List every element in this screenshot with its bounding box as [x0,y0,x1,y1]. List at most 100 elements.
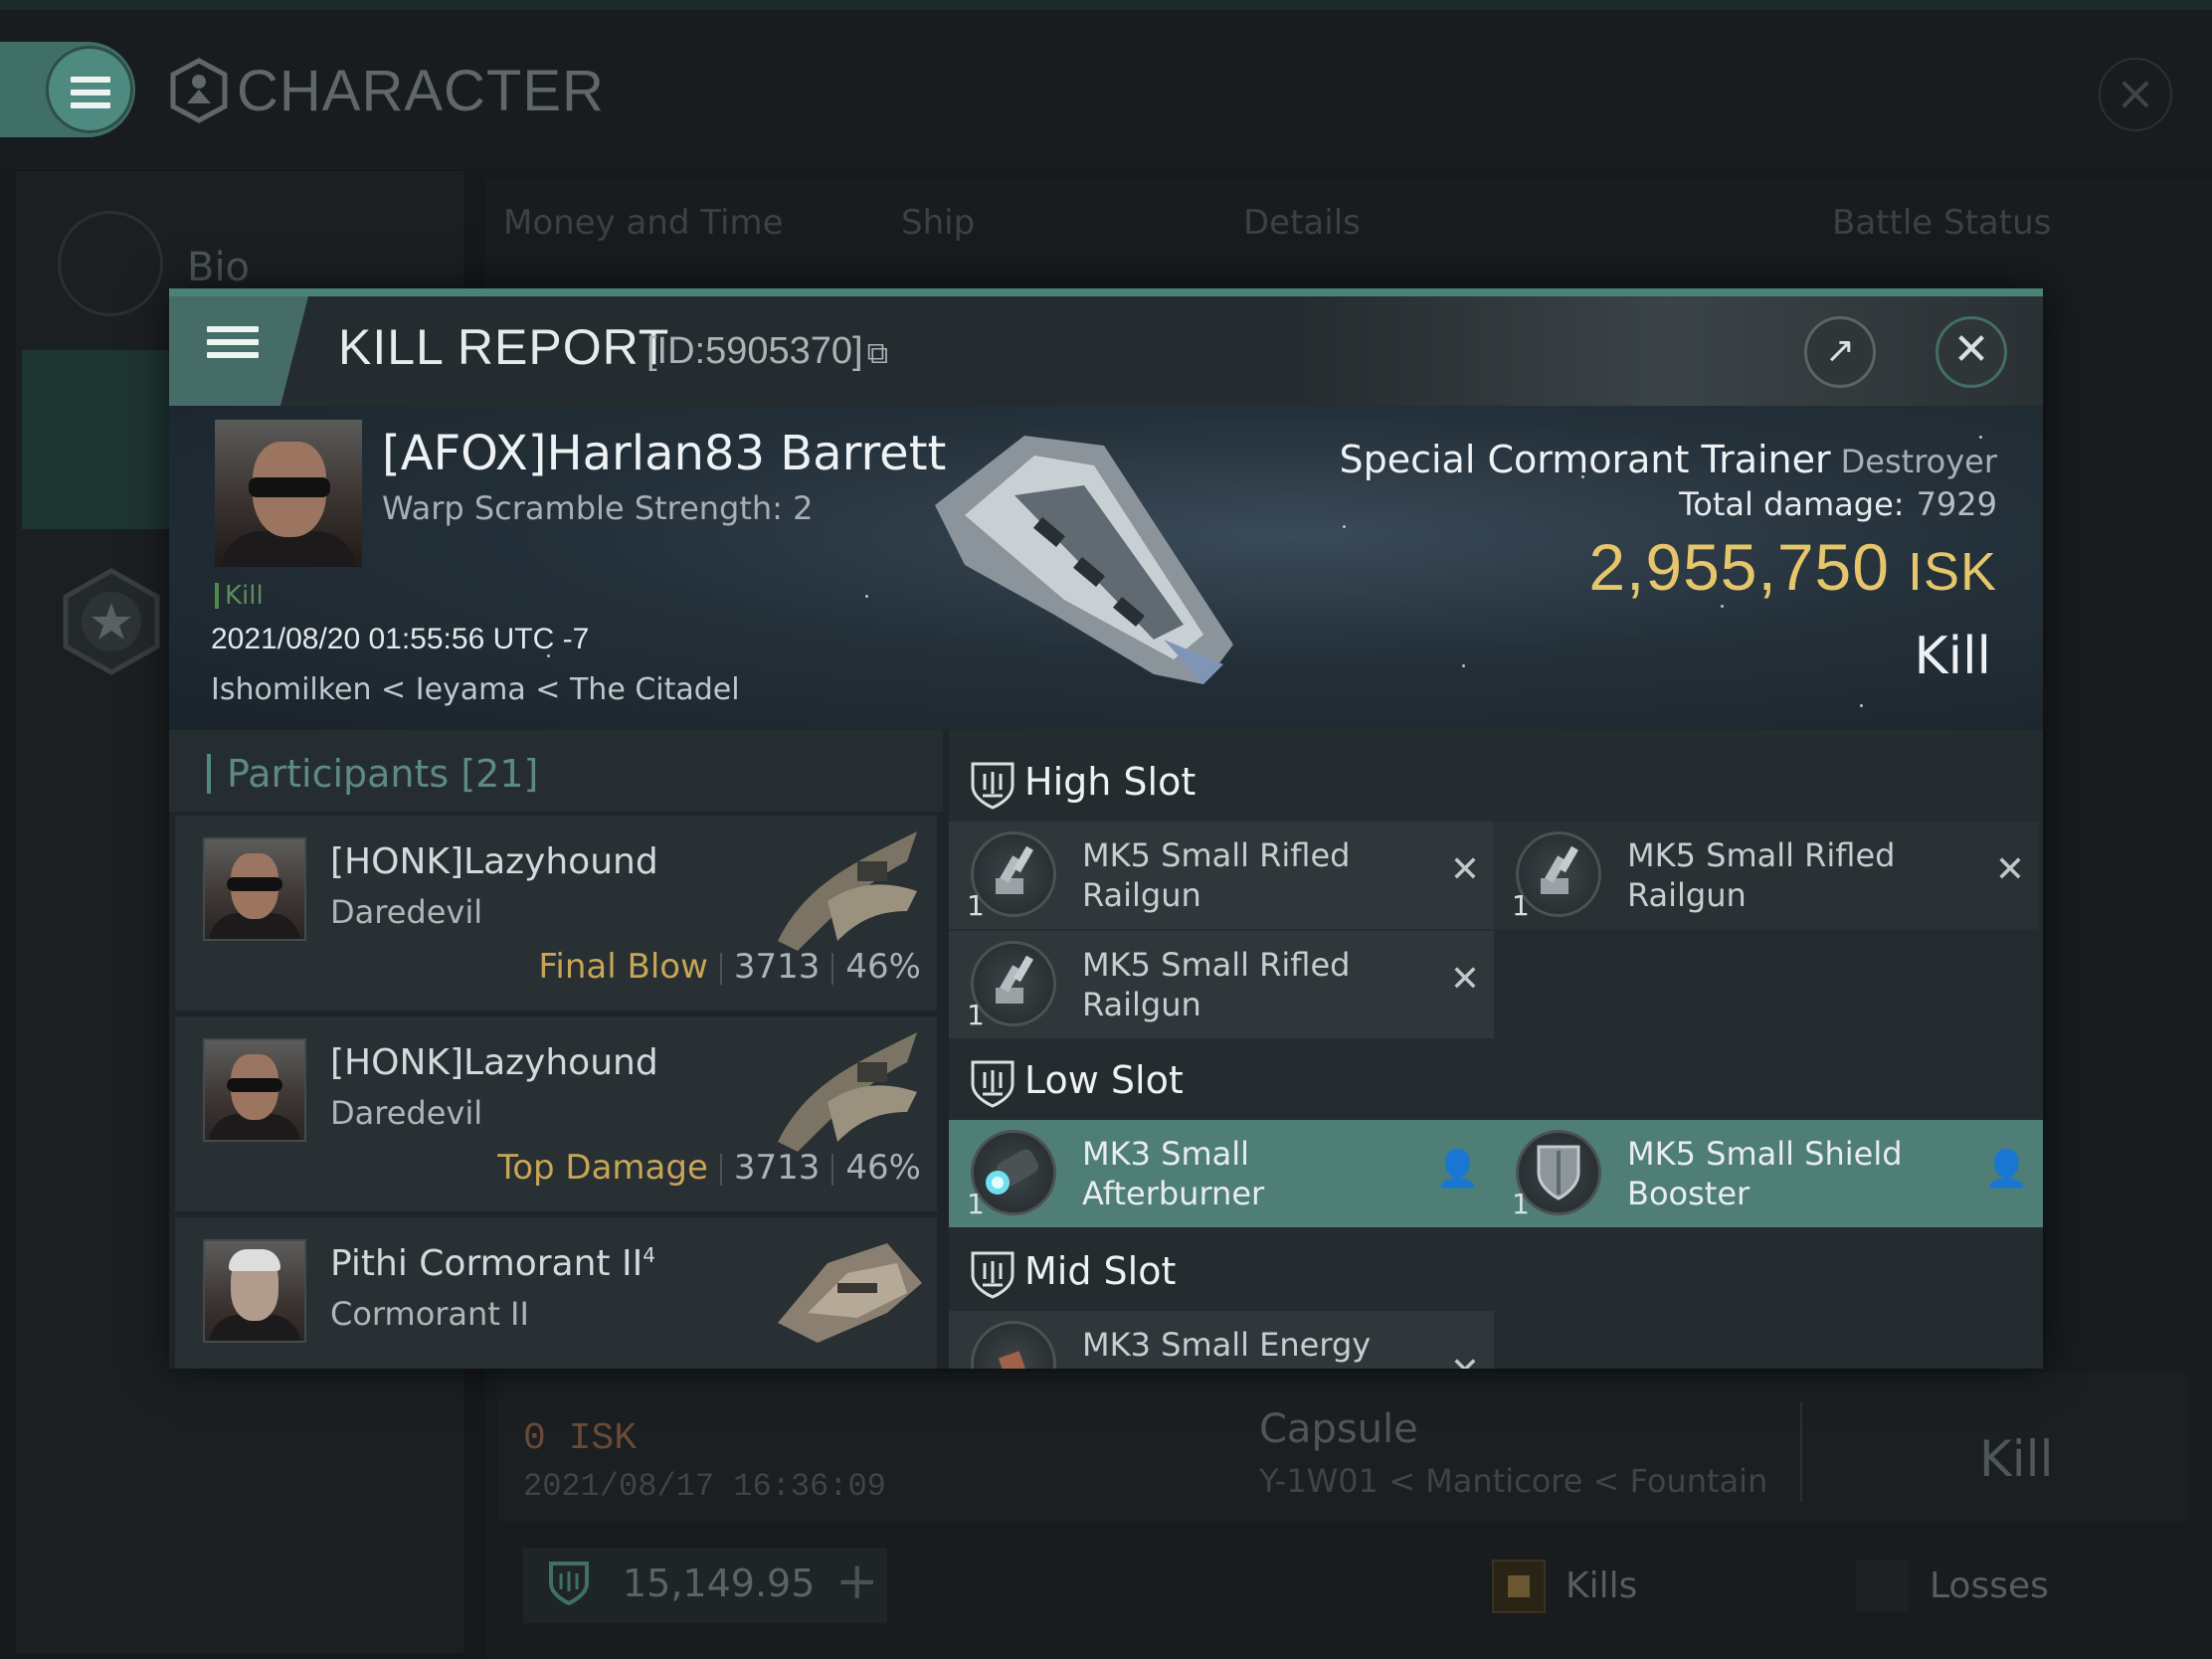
kills-filter-checkbox[interactable] [1492,1560,1546,1613]
participant-ship: Daredevil [330,1094,483,1132]
participant-stats: Top Damage 3713 46% [497,1148,921,1188]
participant-row[interactable]: Pithi Cormorant II4 Cormorant II [175,1217,937,1369]
star-icon[interactable] [60,567,163,676]
energy-module-icon [971,1321,1056,1369]
kill-id-text: [ID:5905370] [646,330,863,372]
participant-avatar [203,837,306,941]
losses-label: Losses [1930,1566,2049,1606]
mid-slot-icon [971,1251,1014,1299]
high-slot-header: High Slot [949,738,2043,826]
module-name: MK3 Small Afterburner [1082,1135,1265,1212]
row-divider [1800,1402,1802,1502]
total-damage: Total damage: 7929 [1679,485,1997,523]
bio-menu-icon[interactable] [58,211,163,316]
tab-details[interactable]: Details [1243,203,1361,243]
row-date: 2021/08/17 16:36:09 [523,1468,886,1505]
isk-amount: 2,955,750 [1588,530,1890,604]
module-item[interactable]: 1 MK5 Small Rifled Railgun ✕ [1494,822,2039,929]
row-ship: Capsule [1259,1406,1418,1452]
row-result: Kill [1979,1430,2054,1488]
victim-ship[interactable]: Special Cormorant Trainer Destroyer [1339,438,1997,481]
shield-icon [549,1562,589,1606]
module-name: MK3 Small Energy [1082,1326,1372,1364]
victim-pilot-name[interactable]: [AFOX]Harlan83 Barrett [382,426,946,481]
participant-percent: 46% [845,947,921,987]
add-button[interactable]: + [835,1552,879,1611]
module-name: MK5 Small Rifled Railgun [1082,836,1351,914]
module-quantity: 1 [967,1188,985,1220]
module-item[interactable]: 1 MK5 Small Rifled Railgun ✕ [949,822,1494,929]
module-item[interactable]: 1 MK3 Small Afterburner 👤 [949,1120,1494,1227]
result-label: Kill [1914,627,1991,686]
row-location: Y-1W01 < Manticore < Fountain [1259,1462,1768,1500]
share-external-icon[interactable]: ↗ [1804,316,1876,388]
module-item[interactable]: 1 MK3 Small Energy ✕ [949,1311,1494,1369]
module-item[interactable]: 1 MK5 Small Rifled Railgun ✕ [949,931,1494,1038]
tab-battle-status[interactable]: Battle Status [1832,203,2051,243]
module-name: MK5 Small Rifled Railgun [1082,946,1351,1023]
high-slot-title: High Slot [1024,760,1197,804]
total-damage-label: Total damage: [1679,485,1905,523]
isk-value: 2,955,750 ISK [1588,529,1997,605]
participant-name-sup: 4 [643,1243,655,1267]
bio-label[interactable]: Bio [187,245,250,290]
close-icon: ✕ [1450,1351,1480,1369]
participant-row[interactable]: [HONK]Lazyhound Daredevil Final Blow 3713… [175,816,937,1011]
participant-percent: 46% [845,1148,921,1188]
participant-damage: 3713 [733,1148,821,1188]
final-blow-tag: Final Blow [538,947,708,987]
victim-banner: [AFOX]Harlan83 Barrett Warp Scramble Str… [169,406,2043,730]
isk-unit: ISK [1907,542,1997,602]
low-slot-header: Low Slot [949,1036,2043,1124]
module-name: MK5 Small Rifled Railgun [1627,836,1896,914]
close-icon[interactable]: × [2099,58,2172,131]
tab-ship[interactable]: Ship [901,203,975,243]
kill-location[interactable]: Ishomilken < Ieyama < The Citadel [211,672,740,707]
module-quantity: 1 [967,889,985,922]
participant-avatar [203,1239,306,1343]
participant-row[interactable]: [HONK]Lazyhound Daredevil Top Damage 3713… [175,1016,937,1211]
kills-label: Kills [1566,1566,1638,1606]
module-item[interactable]: 1 MK5 Small Shield Booster 👤 [1494,1120,2043,1227]
module-name: MK5 Small Shield Booster [1627,1135,1903,1212]
top-edge [0,0,2212,10]
participant-ship-image [778,831,917,951]
character-icon [170,58,228,123]
participant-ship: Cormorant II [330,1295,529,1333]
victim-ship-image [935,436,1233,684]
kill-datetime: 2021/08/20 01:55:56 UTC -7 [211,623,590,655]
mid-slot-title: Mid Slot [1024,1249,1177,1293]
participants-label: Participants [227,752,450,796]
module-quantity: 1 [967,999,985,1031]
close-icon: ✕ [1449,849,1480,890]
fitting-panel: High Slot 1 MK5 Small Rifled Railgun ✕ 1… [949,730,2043,1369]
balance-value: 15,149.95 [623,1562,816,1605]
module-quantity: 1 [1512,889,1530,922]
low-slot-icon [971,1060,1014,1108]
participant-name: [HONK]Lazyhound [330,841,658,882]
main-menu-button[interactable] [46,46,133,133]
modal-close-icon[interactable]: ✕ [1936,316,2007,388]
participant-name-text: Pithi Cormorant II [330,1243,644,1284]
mid-slot-header: Mid Slot [949,1227,2043,1315]
modal-title: KILL REPORT [338,319,670,375]
rail-item-battle[interactable] [22,350,171,529]
hamburger-icon [71,77,110,115]
warp-scramble-strength: Warp Scramble Strength: 2 [382,489,814,527]
tab-money-and-time[interactable]: Money and Time [503,203,784,243]
losses-filter-checkbox[interactable] [1856,1560,1908,1611]
victim-avatar [215,420,362,567]
participant-name: [HONK]Lazyhound [330,1042,658,1083]
participant-ship-image [778,1243,922,1343]
copy-icon[interactable]: ⧉ [867,337,888,370]
high-slot-icon [971,762,1014,810]
participant-ship: Daredevil [330,893,483,931]
participant-stats: Final Blow 3713 46% [538,947,921,987]
participant-ship-image [778,1032,917,1152]
kill-id[interactable]: [ID:5905370] ⧉ [646,330,888,373]
kill-report-modal: KILL REPORT [ID:5905370] ⧉ ↗ ✕ [AFOX]Harl… [169,288,2043,1369]
total-damage-value: 7929 [1916,485,1997,523]
victim-ship-name: Special Cormorant Trainer [1339,438,1831,481]
top-damage-tag: Top Damage [497,1148,708,1188]
participant-avatar [203,1038,306,1142]
